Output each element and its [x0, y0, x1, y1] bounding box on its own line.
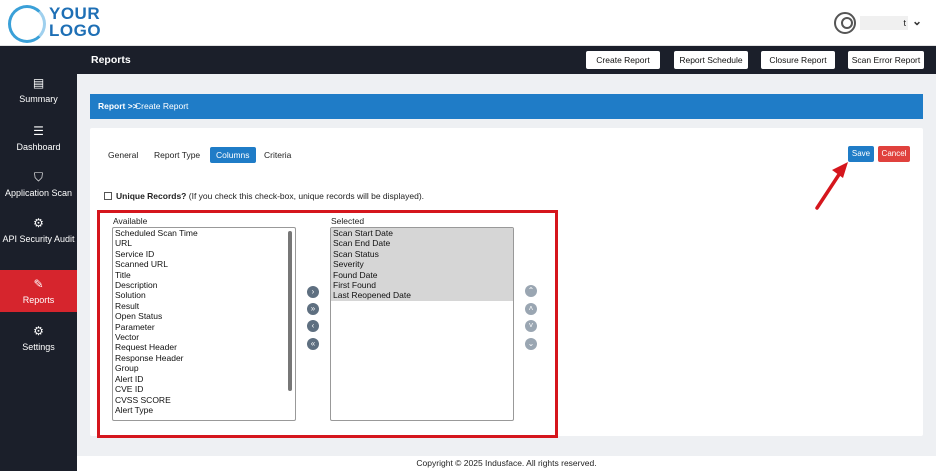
available-column-option[interactable]: Result — [113, 301, 295, 311]
page-title: Reports — [91, 54, 131, 66]
available-list-scrollbar[interactable] — [288, 231, 292, 391]
available-label: Available — [113, 216, 148, 226]
selected-column-option[interactable]: Severity — [331, 259, 513, 270]
selected-column-option[interactable]: Found Date — [331, 269, 513, 281]
move-down-icon[interactable]: ˅ — [525, 320, 537, 332]
move-all-right-icon[interactable]: » — [307, 303, 319, 315]
sidebar-item-label: Settings — [22, 342, 55, 352]
logo[interactable]: YOUR LOGO — [49, 5, 101, 39]
tab-columns[interactable]: Columns — [210, 147, 256, 163]
available-column-option[interactable]: Scanned URL — [113, 259, 295, 269]
tab-general[interactable]: General — [108, 147, 138, 163]
available-column-option[interactable]: Open Status — [113, 311, 295, 321]
sidebar-item-reports[interactable]: ✎ Reports — [0, 270, 77, 312]
selected-column-option[interactable]: Scan Start Date — [331, 228, 513, 239]
selected-column-option[interactable]: Last Reopened Date — [331, 290, 513, 301]
selected-column-option[interactable]: Scan Status — [331, 248, 513, 260]
footer: Copyright © 2025 Indusface. All rights r… — [77, 456, 936, 471]
logo-ring-icon — [8, 5, 46, 43]
available-column-option[interactable]: Description — [113, 280, 295, 290]
cancel-button[interactable]: Cancel — [878, 146, 910, 162]
available-column-option[interactable]: URL — [113, 238, 295, 248]
report-schedule-button[interactable]: Report Schedule — [674, 51, 748, 69]
unique-records-title: Unique Records? — [116, 191, 187, 201]
sidebar-item-label: Application Scan — [4, 188, 73, 198]
user-menu[interactable]: t ⌄ — [834, 11, 926, 35]
selected-column-option[interactable]: First Found — [331, 280, 513, 291]
page-header: Reports Create Report Report Schedule Cl… — [77, 46, 936, 74]
available-column-option[interactable]: Group — [113, 363, 295, 373]
sidebar-item-label: Summary — [19, 94, 58, 104]
available-column-option[interactable]: Vector — [113, 332, 295, 342]
user-avatar-icon — [834, 12, 856, 34]
top-bar: YOUR LOGO t ⌄ — [0, 0, 936, 46]
shield-icon: ⛉ — [33, 170, 43, 184]
selected-columns-list[interactable]: Scan Start Date Scan End Date Scan Status S… — [330, 227, 514, 421]
move-up-icon[interactable]: ˄ — [525, 303, 537, 315]
sidebar-item-dashboard[interactable]: ☰ Dashboard — [0, 124, 77, 153]
scan-error-report-button[interactable]: Scan Error Report — [848, 51, 924, 69]
available-column-option[interactable]: Service ID — [113, 249, 295, 259]
move-bottom-icon[interactable]: ⌄ — [525, 338, 537, 350]
sidebar: ▤ Summary ☰ Dashboard ⛉ Application Scan… — [0, 46, 77, 471]
dashboard-icon: ☰ — [33, 124, 44, 138]
move-all-left-icon[interactable]: « — [307, 338, 319, 350]
available-column-option[interactable]: Scheduled Scan Time — [113, 228, 295, 238]
sidebar-item-application-scan[interactable]: ⛉ Application Scan — [0, 170, 77, 199]
unique-records-hint: (If you check this check-box, unique rec… — [188, 191, 425, 201]
chevron-down-icon[interactable]: ⌄ — [912, 14, 922, 28]
user-name: t — [860, 16, 908, 30]
sidebar-item-summary[interactable]: ▤ Summary — [0, 76, 77, 105]
api-icon: ⚙ — [33, 216, 44, 230]
available-column-option[interactable]: Response Header — [113, 353, 295, 363]
breadcrumb-root[interactable]: Report >> — [98, 101, 138, 111]
sidebar-item-label: API Security Audit — [2, 234, 75, 244]
sidebar-item-label: Reports — [22, 295, 55, 305]
available-column-option[interactable]: Request Header — [113, 342, 295, 352]
unique-records-label: Unique Records? (If you check this check… — [116, 191, 424, 201]
available-column-option[interactable]: Alert ID — [113, 374, 295, 384]
move-left-icon[interactable]: ‹ — [307, 320, 319, 332]
annotation-arrow-icon — [815, 162, 848, 210]
sidebar-item-settings[interactable]: ⚙ Settings — [0, 324, 77, 353]
move-right-icon[interactable]: › — [307, 286, 319, 298]
available-column-option[interactable]: Solution — [113, 290, 295, 300]
move-top-icon[interactable]: ⌃ — [525, 285, 537, 297]
create-report-button[interactable]: Create Report — [586, 51, 660, 69]
available-column-option[interactable]: Parameter — [113, 322, 295, 332]
selected-column-option[interactable]: Scan End Date — [331, 238, 513, 249]
sidebar-item-api-security-audit[interactable]: ⚙ API Security Audit — [0, 216, 77, 245]
closure-report-button[interactable]: Closure Report — [761, 51, 835, 69]
unique-records-checkbox[interactable] — [104, 192, 112, 200]
selected-label: Selected — [331, 216, 365, 226]
summary-icon: ▤ — [32, 76, 45, 90]
breadcrumb: Report >> Create Report — [90, 94, 923, 119]
tab-report-type[interactable]: Report Type — [154, 147, 200, 163]
available-column-option[interactable]: CVSS SCORE — [113, 395, 295, 405]
logo-line-1: YOUR — [49, 4, 101, 23]
breadcrumb-current: Create Report — [135, 101, 189, 111]
available-column-option[interactable]: CVE ID — [113, 384, 295, 394]
edit-icon: ✎ — [33, 277, 44, 291]
available-column-option[interactable]: Title — [113, 270, 295, 280]
gear-icon: ⚙ — [33, 324, 44, 338]
available-column-option[interactable]: Alert Type — [113, 405, 295, 415]
sidebar-item-label: Dashboard — [16, 142, 61, 152]
logo-line-2: LOGO — [49, 21, 102, 40]
tab-criteria[interactable]: Criteria — [264, 147, 291, 163]
available-columns-list[interactable]: Scheduled Scan Time URL Service ID Scanned … — [112, 227, 296, 421]
